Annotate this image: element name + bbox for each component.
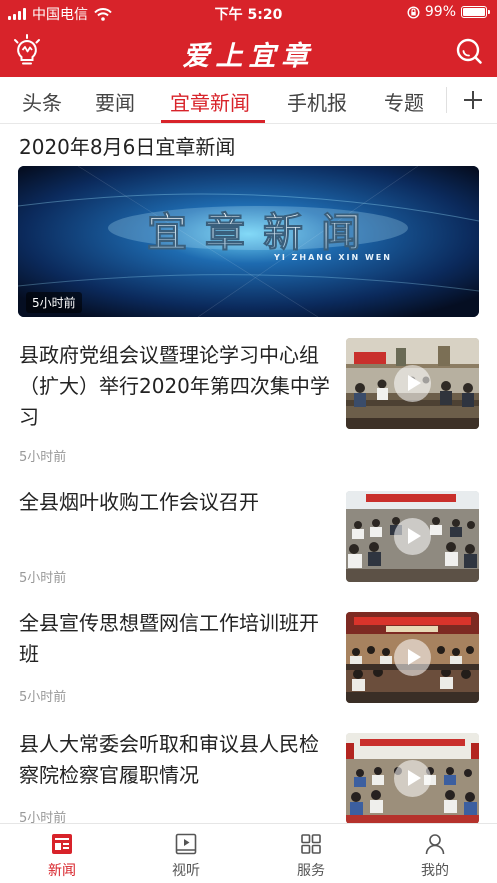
- search-icon[interactable]: [455, 37, 483, 65]
- news-timestamp: 5小时前: [19, 450, 67, 465]
- play-icon[interactable]: [394, 639, 431, 676]
- news-thumbnail[interactable]: [346, 733, 479, 824]
- news-timestamp: 5小时前: [19, 690, 67, 705]
- tab-important-news[interactable]: 要闻: [95, 87, 135, 116]
- battery-percent: 99%: [424, 4, 456, 20]
- nav-item-mine[interactable]: 我的: [373, 824, 497, 883]
- nav-item-services[interactable]: 服务: [249, 824, 373, 883]
- tab-yizhang-news[interactable]: 宜章新闻: [170, 87, 250, 116]
- news-title[interactable]: 全县烟叶收购工作会议召开: [19, 487, 333, 518]
- featured-video-banner[interactable]: 宜章新闻 YI ZHANG XIN WEN 5小时前: [18, 166, 479, 317]
- user-icon: [425, 834, 445, 855]
- play-icon[interactable]: [394, 760, 431, 797]
- news-title[interactable]: 县人大常委会听取和审议县人民检察院检察官履职情况: [19, 729, 333, 791]
- play-icon[interactable]: [394, 518, 431, 555]
- banner-overlay-title: 宜章新闻: [147, 210, 379, 256]
- nav-label: 我的: [421, 863, 449, 879]
- newspaper-icon: [52, 834, 72, 854]
- bottom-navigation: 新闻 视听 服务 我的: [0, 823, 497, 883]
- news-title[interactable]: 全县宣传思想暨网信工作培训班开班: [19, 608, 333, 670]
- nav-label: 服务: [297, 863, 325, 879]
- tab-headlines[interactable]: 头条: [22, 87, 62, 116]
- banner-overlay-subtitle: YI ZHANG XIN WEN: [273, 253, 392, 262]
- active-tab-indicator: [161, 120, 265, 123]
- news-timestamp: 5小时前: [19, 571, 67, 586]
- news-thumbnail[interactable]: [346, 612, 479, 703]
- video-play-icon: [175, 833, 197, 855]
- banner-image: 宜章新闻 YI ZHANG XIN WEN: [18, 166, 479, 317]
- banner-timestamp: 5小时前: [26, 292, 82, 313]
- battery-icon: [461, 6, 490, 18]
- nav-item-video[interactable]: 视听: [124, 824, 248, 883]
- rotation-lock-icon: [407, 5, 420, 19]
- category-tabs: 头条 要闻 宜章新闻 手机报 专题: [0, 77, 497, 124]
- app-header: 中国电信 下午 5:20 99% 爱上宜章: [0, 0, 497, 77]
- grid-icon: [301, 834, 321, 854]
- section-title: 2020年8月6日宜章新闻: [19, 135, 236, 159]
- status-right: 99%: [407, 4, 490, 20]
- app-bar: 爱上宜章: [0, 24, 497, 77]
- play-icon[interactable]: [394, 365, 431, 402]
- nav-item-news[interactable]: 新闻: [0, 824, 124, 883]
- nav-label: 视听: [172, 863, 200, 879]
- news-title[interactable]: 县政府党组会议暨理论学习中心组（扩大）举行2020年第四次集中学习: [19, 340, 333, 433]
- tab-mobile-paper[interactable]: 手机报: [287, 87, 347, 116]
- news-thumbnail[interactable]: [346, 491, 479, 582]
- nav-label: 新闻: [48, 863, 76, 879]
- status-bar: 中国电信 下午 5:20 99%: [0, 0, 497, 24]
- news-thumbnail[interactable]: [346, 338, 479, 429]
- plus-icon[interactable]: [459, 86, 487, 114]
- tab-divider: [446, 87, 447, 113]
- tab-topics[interactable]: 专题: [384, 87, 424, 116]
- app-title: 爱上宜章: [182, 41, 315, 72]
